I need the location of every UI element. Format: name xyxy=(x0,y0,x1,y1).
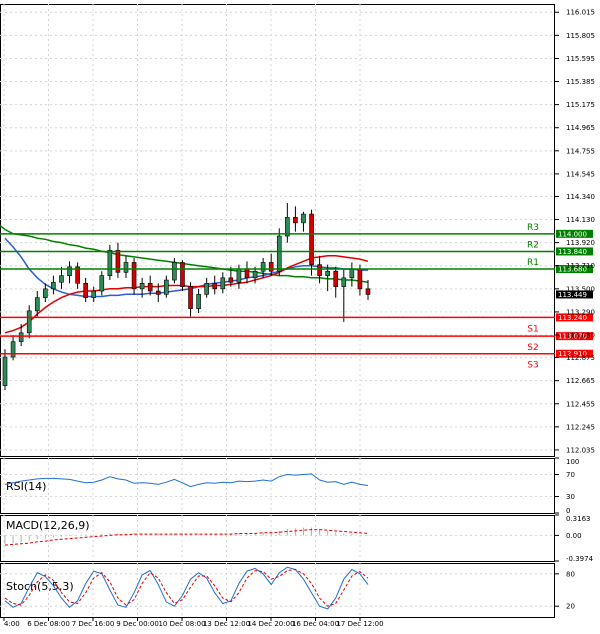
candle-bullish xyxy=(10,341,16,358)
candle-bullish xyxy=(51,281,56,290)
level-name-s2: S2 xyxy=(527,343,538,353)
x-tick-label: 6 Dec 08:00 xyxy=(27,620,70,628)
moving-average-line-3 xyxy=(4,255,369,334)
y-tick-label: 115.175 xyxy=(566,101,595,109)
y-tick-label: 114.965 xyxy=(566,124,595,132)
candle-bullish xyxy=(276,235,282,272)
stoch-y-tick-label: 80 xyxy=(566,570,575,578)
candle-bullish xyxy=(301,213,306,224)
y-tick-label: 115.385 xyxy=(566,78,595,86)
level-name-r2: R2 xyxy=(527,240,539,250)
x-tick-label: 7 Dec 16:00 xyxy=(72,620,115,628)
candle-bullish xyxy=(26,310,32,334)
candle-bullish xyxy=(43,288,48,298)
rsi-series-line-1 xyxy=(4,473,369,488)
rsi-panel-frame xyxy=(0,458,555,514)
candle-bearish xyxy=(365,288,371,295)
candle-bearish xyxy=(333,270,339,287)
candle-bullish xyxy=(107,250,113,276)
macd-title: MACD(12,26,9) xyxy=(6,519,90,532)
candle-bullish xyxy=(123,262,129,273)
rsi-y-tick-label: 30 xyxy=(566,493,575,501)
candle-bullish xyxy=(236,268,242,283)
y-tick-label: 113.290 xyxy=(566,308,595,316)
candle-bullish xyxy=(341,277,347,287)
candle-bullish xyxy=(99,275,105,292)
candle-bearish xyxy=(188,286,193,309)
y-tick-label: 115.595 xyxy=(566,55,595,63)
y-tick-label: 113.500 xyxy=(566,285,595,293)
price-panel-frame xyxy=(0,4,555,457)
candle-bullish xyxy=(325,270,330,276)
candle-bullish xyxy=(139,283,145,290)
x-tick-label: 13 Dec 12:00 xyxy=(203,620,250,628)
candle-bearish xyxy=(317,264,322,276)
x-tick-label: 4:00 xyxy=(4,620,20,628)
candle-bullish xyxy=(220,277,226,290)
candle-bearish xyxy=(309,213,314,265)
y-tick-label: 115.805 xyxy=(566,32,595,40)
candle-bullish xyxy=(260,262,266,272)
level-name-r1: R1 xyxy=(527,258,539,268)
y-tick-label: 113.080 xyxy=(566,332,595,340)
macd-y-tick-label: 0.00 xyxy=(566,532,582,540)
level-name-s1: S1 xyxy=(527,324,538,334)
candle-bearish xyxy=(83,283,88,298)
candle-bullish xyxy=(18,332,24,342)
rsi-y-tick-label: 0 xyxy=(566,507,570,515)
y-tick-label: 114.130 xyxy=(566,216,595,224)
stoch-y-tick-label: 20 xyxy=(566,603,575,611)
x-tick-label: 9 Dec 00:00 xyxy=(116,620,159,628)
candle-bearish xyxy=(212,283,218,290)
price-chart: RSI(14) MACD(12,26,9) Stoch(5,5,3) R3 114… xyxy=(0,4,595,628)
candle-bearish xyxy=(228,277,234,283)
stoch-title: Stoch(5,5,3) xyxy=(6,580,74,593)
candle-bearish xyxy=(180,262,185,287)
candle-bullish xyxy=(252,270,258,279)
rsi-title: RSI(14) xyxy=(6,480,46,493)
y-tick-label: 112.875 xyxy=(566,354,595,362)
candle-bullish xyxy=(34,297,40,312)
x-tick-label: 17 Dec 12:00 xyxy=(336,620,383,628)
candle-bullish xyxy=(349,268,355,279)
macd-y-tick-label: -0.3974 xyxy=(566,555,594,563)
candle-bullish xyxy=(67,266,72,276)
y-tick-label: 116.015 xyxy=(566,9,595,17)
level-name-r3: R3 xyxy=(527,223,539,233)
candle-bullish xyxy=(196,294,201,309)
candle-bullish xyxy=(91,290,97,298)
y-tick-label: 112.665 xyxy=(566,377,595,385)
candle-bullish xyxy=(2,356,8,386)
rsi-y-tick-label: 100 xyxy=(566,458,579,466)
level-price-label: 114.000 xyxy=(558,230,587,238)
y-tick-label: 112.035 xyxy=(566,446,595,454)
x-tick-label: 16 Dec 04:00 xyxy=(292,620,339,628)
x-tick-label: 14 Dec 20:00 xyxy=(247,620,294,628)
rsi-y-tick-label: 70 xyxy=(566,471,575,479)
candle-bearish xyxy=(147,283,153,292)
candle-bullish xyxy=(59,275,64,283)
y-tick-label: 114.755 xyxy=(566,147,595,155)
level-name-s3: S3 xyxy=(527,361,538,371)
y-tick-label: 112.245 xyxy=(566,423,595,431)
x-tick-label: 10 Dec 08:00 xyxy=(158,620,205,628)
stoch-panel-frame xyxy=(0,563,555,618)
candle-bearish xyxy=(268,262,274,272)
y-tick-label: 113.710 xyxy=(566,262,595,270)
level-price-label: 113.840 xyxy=(558,248,587,256)
candle-bearish xyxy=(131,262,137,290)
y-tick-label: 112.455 xyxy=(566,400,595,408)
candle-bearish xyxy=(293,217,298,224)
y-tick-label: 114.340 xyxy=(566,193,595,201)
y-tick-label: 113.920 xyxy=(566,239,595,247)
candle-bearish xyxy=(357,268,363,290)
candle-bullish xyxy=(172,262,177,281)
candle-bullish xyxy=(204,283,209,295)
macd-y-tick-label: 0.3163 xyxy=(566,515,591,523)
candle-bullish xyxy=(164,279,169,295)
candle-bearish xyxy=(155,290,161,295)
y-tick-label: 114.545 xyxy=(566,170,595,178)
candle-bearish xyxy=(244,268,250,279)
